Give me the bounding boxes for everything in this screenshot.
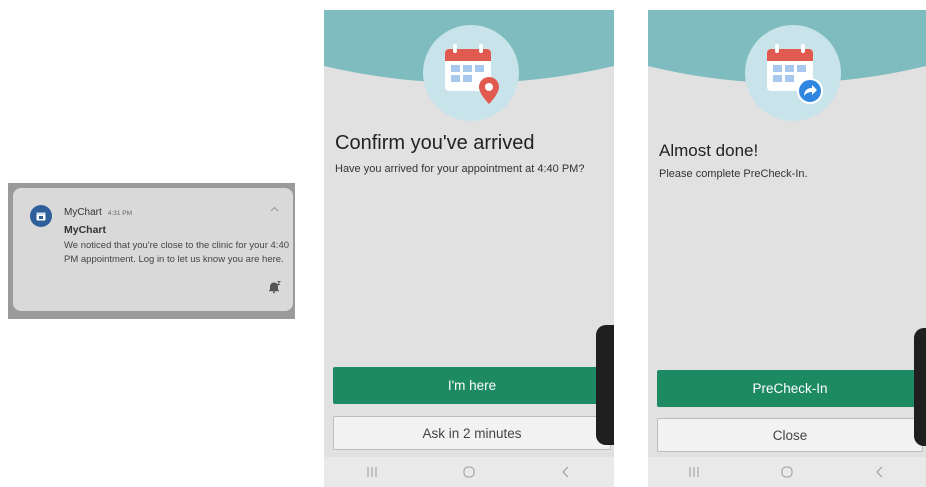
android-nav-bar: [324, 457, 614, 487]
almost-done-screen: Almost done! Please complete PreCheck-In…: [648, 10, 926, 487]
home-icon[interactable]: [777, 465, 797, 479]
notification-time: 4:31 PM: [107, 210, 133, 217]
calendar-location-icon: [423, 25, 519, 121]
page-title: Confirm you've arrived: [335, 132, 535, 154]
arrival-question: Have you arrived for your appointment at…: [335, 163, 585, 175]
recent-apps-icon[interactable]: [362, 465, 382, 479]
calendar-share-icon: [745, 25, 841, 121]
home-icon[interactable]: [459, 465, 479, 479]
precheck-instruction: Please complete PreCheck-In.: [659, 168, 808, 180]
notification-frame: MyChart 4:31 PM MyChart We noticed that y…: [8, 183, 295, 319]
close-button[interactable]: Close: [657, 418, 923, 452]
mychart-notification[interactable]: MyChart 4:31 PM MyChart We noticed that y…: [13, 188, 293, 311]
edge-panel-handle[interactable]: [596, 325, 614, 445]
notification-title: MyChart: [64, 224, 107, 236]
collapse-chevron-icon[interactable]: [270, 204, 279, 214]
back-icon[interactable]: [870, 465, 890, 479]
android-nav-bar: [648, 457, 926, 487]
back-icon[interactable]: [556, 465, 576, 479]
edge-panel-handle[interactable]: [914, 328, 926, 446]
confirm-arrival-screen: Confirm you've arrived Have you arrived …: [324, 10, 614, 487]
precheck-in-button[interactable]: PreCheck-In: [657, 370, 923, 407]
notification-body: We noticed that you're close to the clin…: [64, 240, 290, 265]
recent-apps-icon[interactable]: [684, 465, 704, 479]
notification-app-name: MyChart 4:31 PM: [64, 207, 132, 218]
mychart-app-icon: [30, 205, 52, 227]
im-here-button[interactable]: I'm here: [333, 367, 611, 404]
ask-later-button[interactable]: Ask in 2 minutes: [333, 416, 611, 450]
page-title: Almost done!: [659, 141, 759, 160]
app-name-text: MyChart: [64, 207, 102, 218]
snooze-bell-icon[interactable]: [267, 280, 281, 294]
